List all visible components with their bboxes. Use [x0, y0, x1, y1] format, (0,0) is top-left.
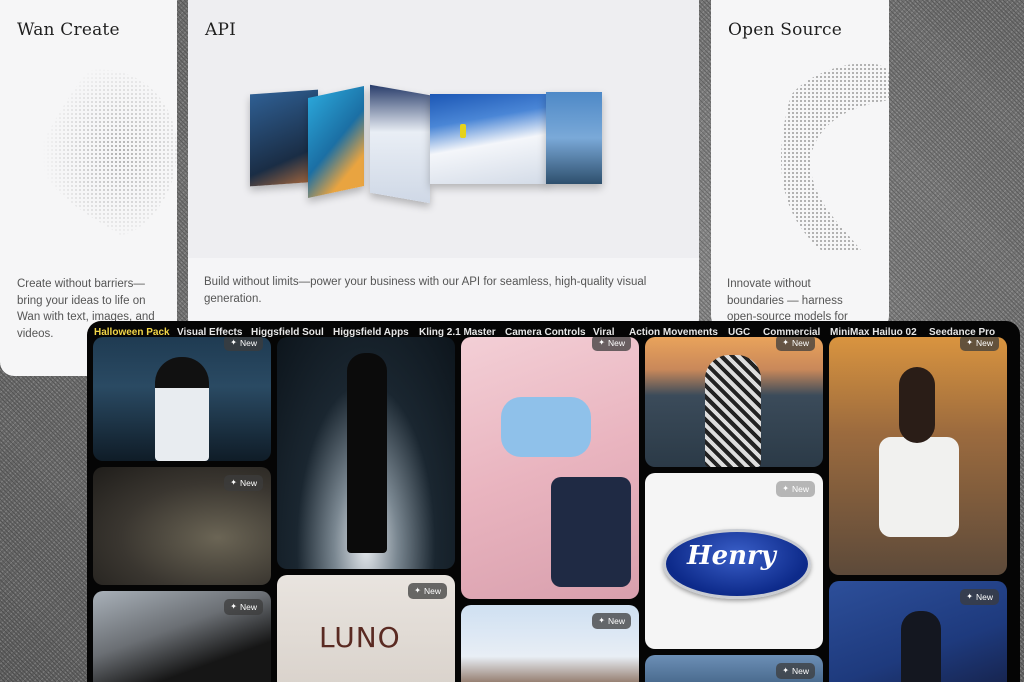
card-title-wan-create: Wan Create [17, 20, 120, 40]
new-badge: ✦ New [592, 337, 631, 351]
new-badge: ✦ New [592, 613, 631, 629]
sparkle-icon: ✦ [598, 338, 605, 347]
fanned-photo-stack [248, 80, 608, 210]
gallery-tile[interactable] [277, 337, 455, 569]
tile-figure [551, 477, 631, 587]
gallery-tile[interactable]: LUNO ✦ New [277, 575, 455, 682]
new-badge: ✦ New [224, 337, 263, 351]
sparkle-icon: ✦ [414, 586, 421, 595]
gallery-tile[interactable]: ✦ New [645, 655, 823, 682]
new-badge: ✦ New [776, 337, 815, 351]
tile-figure [705, 355, 761, 467]
gallery-tile[interactable]: ✦ New [93, 337, 271, 461]
photo-panel-pool [308, 86, 364, 198]
gallery-tile[interactable]: ✦ New [829, 337, 1007, 575]
photo-panel-ski-main [430, 94, 548, 184]
tile-logo-text: Henry [687, 541, 776, 571]
gallery-tile[interactable]: ✦ New [461, 337, 639, 599]
sparkle-icon: ✦ [782, 666, 789, 675]
dot-pattern-graphic [751, 55, 889, 255]
sparkle-icon: ✦ [966, 592, 973, 601]
gallery-tile[interactable]: ✦ New [829, 581, 1007, 682]
sparkle-icon: ✦ [230, 478, 237, 487]
sparkle-icon: ✦ [782, 338, 789, 347]
tile-figure [501, 397, 591, 457]
new-badge: ✦ New [224, 475, 263, 491]
api-preview-stage: API [188, 0, 699, 258]
card-title-api: API [205, 20, 237, 40]
api-card-footer: Build without limits—power your business… [188, 258, 699, 330]
card-title-open-source: Open Source [728, 20, 842, 40]
new-badge: ✦ New [224, 599, 263, 615]
new-badge: ✦ New [776, 481, 815, 497]
showcase-gallery: Halloween Pack Visual Effects Higgsfield… [87, 321, 1020, 682]
sparkle-icon: ✦ [966, 338, 973, 347]
new-badge: ✦ New [408, 583, 447, 599]
sparkle-icon: ✦ [782, 484, 789, 493]
tile-logo-text: LUNO [319, 621, 401, 654]
photo-panel-ski-small [370, 84, 430, 204]
tile-figure [347, 353, 387, 553]
wan-create-card[interactable]: Wan Create Create without barriers—bring… [0, 0, 177, 376]
sparkle-icon: ✦ [230, 338, 237, 347]
photo-panel-lake [546, 92, 602, 184]
gallery-tile[interactable]: ✦ New [461, 605, 639, 682]
gallery-tile[interactable]: ✦ New [645, 337, 823, 467]
gallery-tile[interactable]: ✦ New [93, 591, 271, 682]
card-description-open-source: Innovate without boundaries — harness op… [727, 278, 848, 323]
new-badge: ✦ New [960, 589, 999, 605]
api-card[interactable]: API Build without limits—power your busi… [188, 0, 699, 330]
sparkle-icon: ✦ [598, 616, 605, 625]
gallery-tile[interactable]: ✦ New [93, 467, 271, 585]
tile-figure [155, 357, 209, 461]
tile-figure [879, 437, 959, 537]
card-description-api: Build without limits—power your business… [204, 276, 647, 305]
gallery-tile[interactable]: Henry ✦ New [645, 473, 823, 649]
dot-pattern-graphic [30, 60, 177, 240]
open-source-card[interactable]: Open Source Innovate without boundaries … [711, 0, 889, 330]
sparkle-icon: ✦ [230, 602, 237, 611]
skier-figure [460, 124, 466, 138]
tile-figure [901, 611, 941, 682]
new-badge: ✦ New [960, 337, 999, 351]
tile-figure [899, 367, 935, 443]
new-badge: ✦ New [776, 663, 815, 679]
